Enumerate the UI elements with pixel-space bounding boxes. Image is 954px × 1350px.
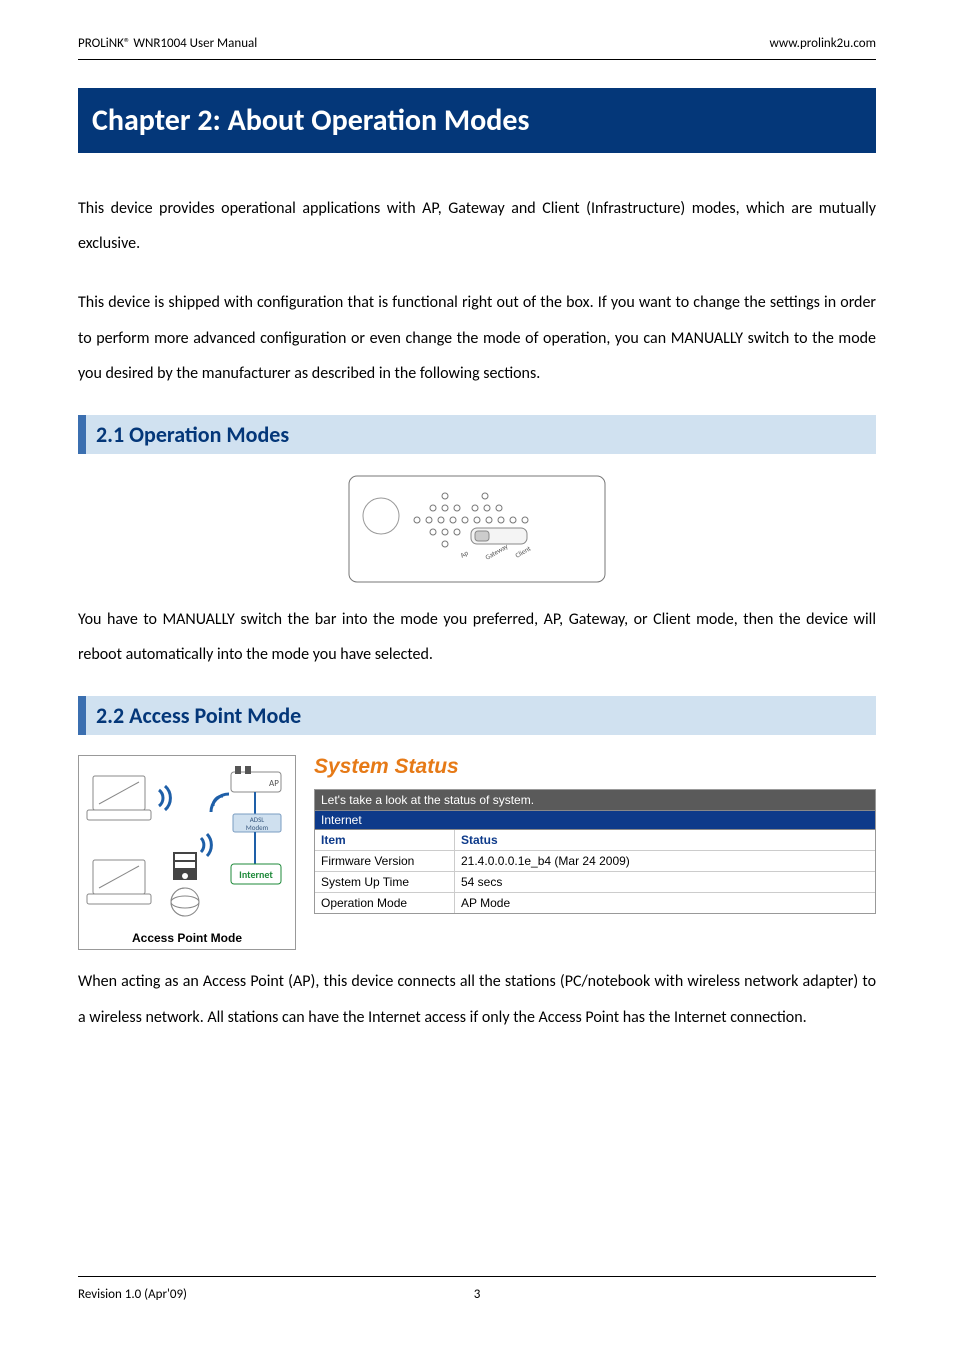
footer-left: Revision 1.0 (Apr'09) xyxy=(78,1287,187,1302)
internet-label: Internet xyxy=(239,868,273,881)
status-item: Operation Mode xyxy=(315,893,455,913)
section-2-1-note: You have to MANUALLY switch the bar into… xyxy=(78,602,876,672)
status-row: System Up Time 54 secs xyxy=(315,872,875,893)
modem-label-2: Modem xyxy=(246,823,269,832)
status-row: Firmware Version 21.4.0.0.0.1e_b4 (Mar 2… xyxy=(315,851,875,872)
footer-page-number: 3 xyxy=(474,1287,481,1302)
header-right: www.prolink2u.com xyxy=(770,36,876,51)
ap-label: AP xyxy=(269,778,279,789)
system-status-panel: System Status Let's take a look at the s… xyxy=(314,755,876,914)
intro-paragraph-1: This device provides operational applica… xyxy=(78,191,876,261)
device-switch-figure: Ap Gateway Client xyxy=(347,474,607,584)
chapter-title: Chapter 2: About Operation Modes xyxy=(78,88,876,153)
section-2-1-title: 2.1 Operation Modes xyxy=(78,415,876,454)
status-item: System Up Time xyxy=(315,872,455,892)
status-value: 21.4.0.0.0.1e_b4 (Mar 24 2009) xyxy=(455,851,875,871)
ap-mode-diagram: AP ADSL Modem xyxy=(78,755,296,950)
status-item: Firmware Version xyxy=(315,851,455,871)
page-header: PROLiNK® WNR1004 User Manual www.prolink… xyxy=(78,36,876,60)
ap-diagram-caption: Access Point Mode xyxy=(83,931,291,945)
status-value: 54 secs xyxy=(455,872,875,892)
status-caption: Let's take a look at the status of syste… xyxy=(315,790,875,811)
status-header-item: Item xyxy=(315,830,455,850)
header-left: PROLiNK® WNR1004 User Manual xyxy=(78,36,257,51)
page-footer: Revision 1.0 (Apr'09) 3 xyxy=(78,1276,876,1302)
status-value: AP Mode xyxy=(455,893,875,913)
status-header-row: Item Status xyxy=(315,830,875,851)
status-row: Operation Mode AP Mode xyxy=(315,893,875,913)
status-header-status: Status xyxy=(455,830,875,850)
section-2-2-title: 2.2 Access Point Mode xyxy=(78,696,876,735)
intro-paragraph-2: This device is shipped with configuratio… xyxy=(78,285,876,391)
system-status-title: System Status xyxy=(314,755,876,779)
status-group: Internet xyxy=(315,811,875,830)
section-2-2-para: When acting as an Access Point (AP), thi… xyxy=(78,964,876,1034)
